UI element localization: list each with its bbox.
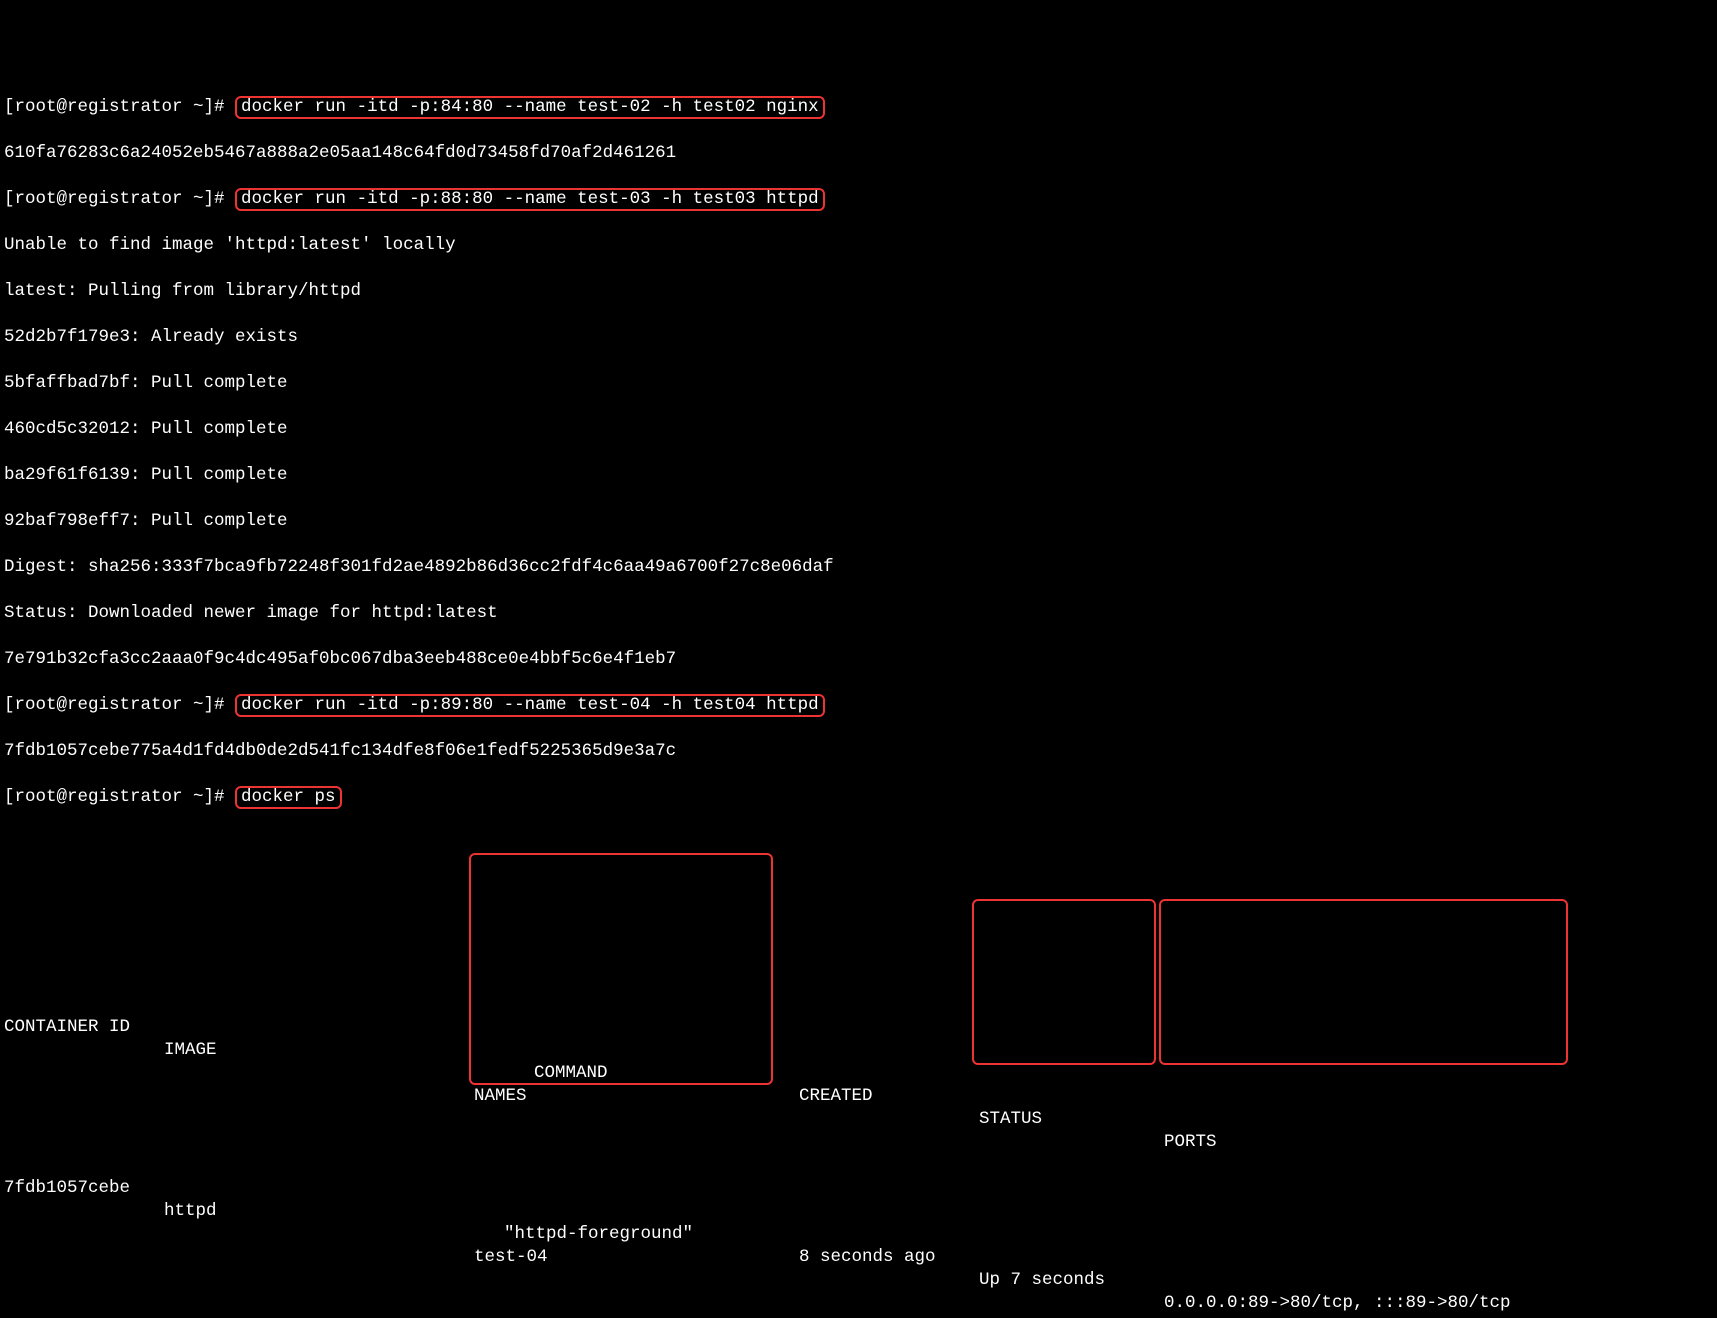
highlight-status-column <box>972 899 1156 1065</box>
output-pull-8: Digest: sha256:333f7bca9fb72248f301fd2ae… <box>4 556 1713 579</box>
docker-ps-table: CONTAINER ID IMAGE COMMAND CREATED STATU… <box>4 855 1713 1318</box>
highlight-command-column <box>469 853 773 1085</box>
highlight-ports-column <box>1159 899 1568 1065</box>
shell-prompt: [root@registrator ~]# <box>4 97 235 117</box>
output-pull-4: 5bfaffbad7bf: Pull complete <box>4 372 1713 395</box>
output-pull-6: ba29f61f6139: Pull complete <box>4 464 1713 487</box>
output-pull-3: 52d2b7f179e3: Already exists <box>4 326 1713 349</box>
output-pull-1: Unable to find image 'httpd:latest' loca… <box>4 234 1713 257</box>
cell-image: httpd <box>164 1200 217 1223</box>
output-hash-1: 610fa76283c6a24052eb5467a888a2e05aa148c6… <box>4 142 1713 165</box>
hdr-created: CREATED <box>799 1085 873 1108</box>
hdr-image: IMAGE <box>164 1039 217 1062</box>
table-row: 7e791b32cfa3 httpd "httpd-foreground" 18… <box>4 1315 1713 1318</box>
ps-header-row-1: CONTAINER ID IMAGE COMMAND CREATED STATU… <box>4 993 1713 1016</box>
output-pull-7: 92baf798eff7: Pull complete <box>4 510 1713 533</box>
hdr-status: STATUS <box>979 1108 1042 1131</box>
ps-header-row-2: NAMES <box>4 1062 1713 1085</box>
command-run-test02: docker run -itd -p:84:80 --name test-02 … <box>235 96 825 119</box>
table-row: 7fdb1057cebe httpd "httpd-foreground" 8 … <box>4 1154 1713 1177</box>
command-docker-ps: docker ps <box>235 786 342 809</box>
table-row-names: test-04 <box>4 1223 1713 1246</box>
hdr-container-id: CONTAINER ID <box>4 1016 130 1039</box>
shell-prompt: [root@registrator ~]# <box>4 189 235 209</box>
output-pull-9: Status: Downloaded newer image for httpd… <box>4 602 1713 625</box>
shell-prompt: [root@registrator ~]# <box>4 787 235 807</box>
cell-id: 7fdb1057cebe <box>4 1177 130 1200</box>
output-pull-2: latest: Pulling from library/httpd <box>4 280 1713 303</box>
output-hash-3: 7fdb1057cebe775a4d1fd4db0de2d541fc134dfe… <box>4 740 1713 763</box>
command-run-test04: docker run -itd -p:89:80 --name test-04 … <box>235 694 825 717</box>
output-pull-5: 460cd5c32012: Pull complete <box>4 418 1713 441</box>
cell-ports: 0.0.0.0:89->80/tcp, :::89->80/tcp <box>1164 1292 1511 1315</box>
hdr-ports: PORTS <box>1164 1131 1217 1154</box>
cell-created: 8 seconds ago <box>799 1246 936 1269</box>
hdr-names: NAMES <box>474 1085 527 1108</box>
shell-prompt: [root@registrator ~]# <box>4 695 235 715</box>
cell-names: test-04 <box>474 1246 548 1269</box>
cell-status: Up 7 seconds <box>979 1269 1105 1292</box>
command-run-test03: docker run -itd -p:88:80 --name test-03 … <box>235 188 825 211</box>
output-hash-2: 7e791b32cfa3cc2aaa0f9c4dc495af0bc067dba3… <box>4 648 1713 671</box>
